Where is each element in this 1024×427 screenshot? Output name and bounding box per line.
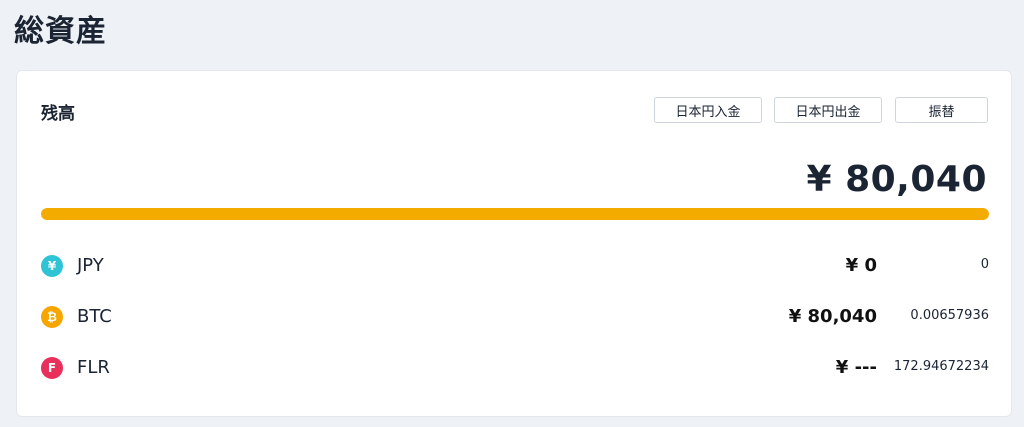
balance-card-title: 残高: [41, 104, 75, 124]
page-title: 総資産: [14, 14, 107, 49]
flare-icon: F: [41, 357, 63, 379]
asset-amount: 172.94672234: [893, 359, 989, 374]
transfer-button[interactable]: 振替: [895, 97, 988, 123]
asset-name: BTC: [77, 306, 112, 327]
total-balance: ¥ 80,040: [806, 159, 987, 200]
asset-amount: 0.00657936: [910, 308, 989, 323]
asset-name: FLR: [77, 357, 110, 378]
asset-name: JPY: [77, 255, 104, 276]
jpy-deposit-button[interactable]: 日本円入金: [654, 97, 762, 123]
asset-value-flr: ¥ ---: [835, 357, 877, 378]
asset-amount: 0: [980, 257, 989, 272]
balance-card: 残高 日本円入金 日本円出金 振替 ¥ 80,040 ¥ JPY ¥ 0 0 ₿…: [16, 70, 1012, 417]
asset-value-jpy: ¥ 0: [845, 255, 877, 276]
yen-icon: ¥: [41, 255, 63, 277]
asset-row-btc: ₿ BTC ¥ 80,040 0.00657936: [41, 302, 989, 332]
asset-row-flr: F FLR ¥ --- 172.94672234: [41, 353, 989, 383]
asset-value-btc: ¥ 80,040: [788, 306, 877, 327]
allocation-bar: [41, 208, 989, 220]
jpy-withdraw-button[interactable]: 日本円出金: [774, 97, 882, 123]
allocation-bar-fill-btc: [41, 208, 989, 220]
asset-row-jpy: ¥ JPY ¥ 0 0: [41, 251, 989, 281]
bitcoin-icon: ₿: [41, 306, 63, 328]
